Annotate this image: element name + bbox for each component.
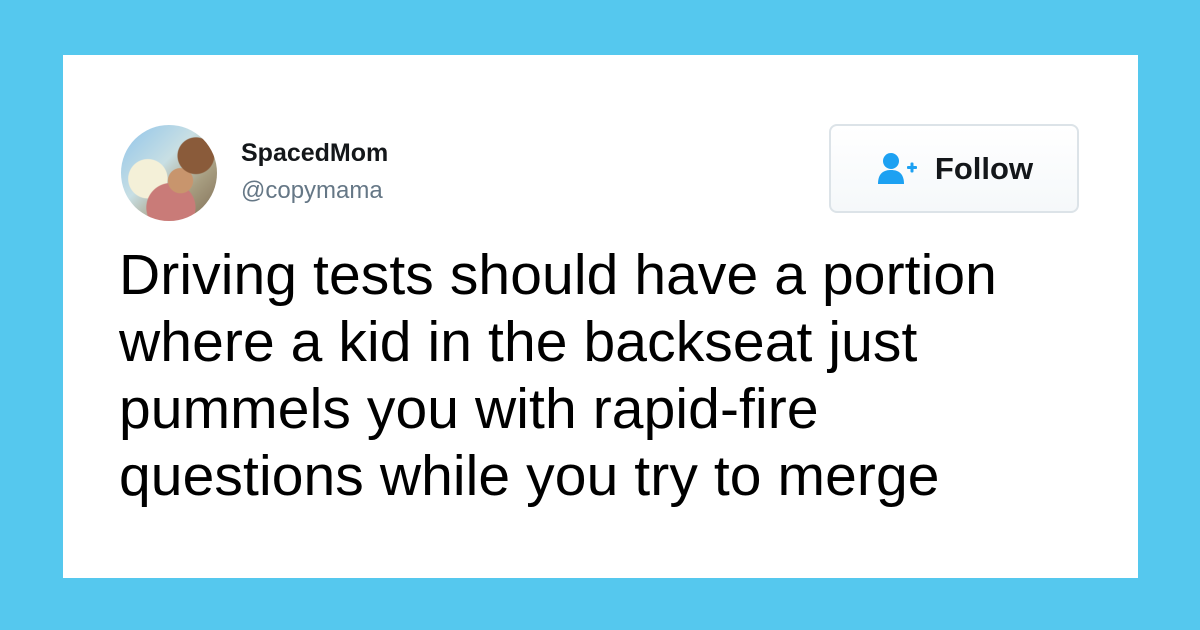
follow-button-label: Follow xyxy=(934,150,1034,186)
tweet-card: SpacedMom @copymama Follow Driving tests… xyxy=(63,55,1138,578)
author-handle[interactable]: @copymama xyxy=(241,176,383,206)
follow-button[interactable]: Follow xyxy=(829,124,1079,213)
add-user-icon xyxy=(877,152,917,184)
tweet-text: Driving tests should have a portion wher… xyxy=(119,243,997,508)
author-name[interactable]: SpacedMom xyxy=(241,138,388,168)
avatar[interactable] xyxy=(121,125,217,221)
